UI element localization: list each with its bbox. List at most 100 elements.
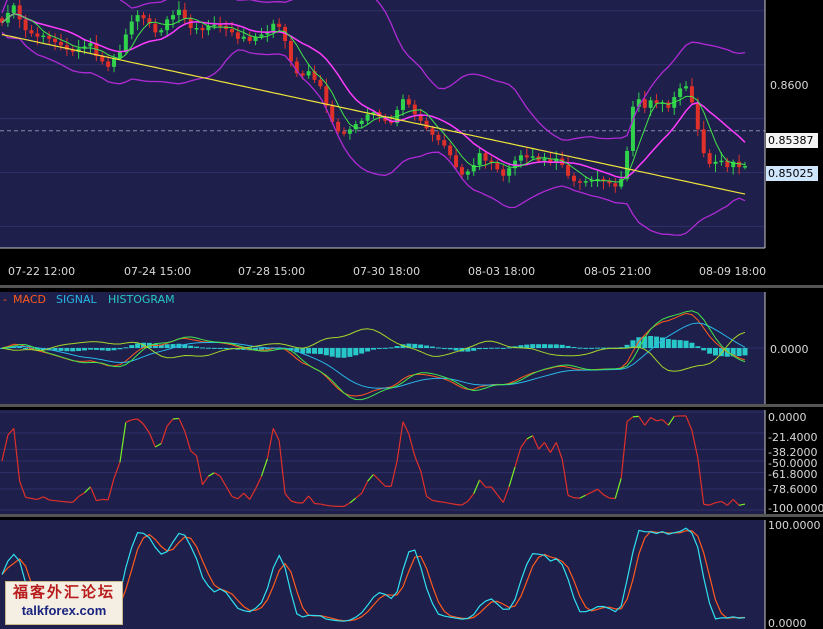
chart-canvas[interactable]: 0.8600 0.85387 0.85025 07-22 12:00 07-24… [0,0,823,629]
histogram-bar-75 [441,348,447,349]
histogram-bar-71 [418,344,424,348]
osc-segment-75 [438,500,445,503]
forum-watermark-logo: 福客外汇论坛 talkforex.com [5,581,123,625]
histogram-bar-65 [382,347,388,349]
candle-body-77 [454,155,459,168]
histogram-bar-114 [671,339,677,348]
histogram-bar-94 [553,344,559,348]
candle-body-34 [200,28,205,31]
histogram-bar-37 [217,348,223,349]
candle-body-69 [406,99,411,105]
candle-body-47 [277,23,282,27]
candle-body-18 [106,61,111,67]
candle-body-109 [642,99,647,108]
histogram-bar-77 [453,348,459,351]
histogram-bar-81 [477,348,483,350]
x-tick-3: 07-30 18:00 [353,265,420,278]
histogram-bar-28 [164,344,170,348]
osc-segment-11 [60,500,67,503]
candle-body-88 [518,155,523,161]
histogram-bar-99 [583,347,589,349]
histogram-bar-90 [530,344,536,348]
macd-legend-macd: MACD [13,293,46,306]
histogram-bar-95 [559,344,565,348]
candle-body-15 [88,43,93,47]
histogram-bar-96 [565,345,571,348]
candle-body-85 [501,169,506,176]
histogram-bar-12 [70,348,76,352]
osc-segment-30 [172,417,179,420]
candle-body-86 [507,168,512,176]
histogram-bar-60 [353,348,359,356]
histogram-bar-93 [547,344,553,348]
candle-body-110 [648,100,653,108]
logo-site-text: talkforex.com [21,603,107,618]
candle-body-89 [524,155,529,158]
osc-segment-56 [326,504,333,507]
osc-segment-54 [314,502,321,505]
candle-body-119 [701,129,706,154]
price-label-0.85387: 0.85387 [768,134,814,147]
histogram-bar-32 [188,345,194,348]
histogram-bar-62 [365,348,371,352]
candle-body-68 [400,99,405,110]
candle-body-24 [141,15,146,19]
candle-body-76 [448,145,453,156]
histogram-bar-70 [412,343,418,348]
price-label-0.85025: 0.85025 [768,167,814,180]
histogram-bar-22 [129,345,135,348]
histogram-bar-61 [359,348,365,354]
histogram-bar-23 [135,343,141,348]
histogram-bar-15 [87,348,93,350]
candle-body-19 [112,58,117,67]
histogram-bar-85 [500,347,506,349]
osc-segment-120 [703,503,710,506]
candle-body-33 [194,28,199,30]
candle-body-79 [465,171,470,175]
oscillator-panel[interactable] [0,410,765,514]
candle-body-8 [47,35,52,39]
histogram-bar-35 [205,347,211,349]
histogram-bar-56 [329,348,335,357]
histogram-bar-117 [689,342,695,348]
candle-body-42 [247,36,252,41]
candle-body-70 [412,104,417,115]
candle-body-36 [212,24,217,27]
histogram-bar-17 [99,348,105,351]
histogram-bar-57 [335,348,341,358]
macd-legend-dash: - [3,293,7,306]
candle-body-92 [542,158,547,161]
candle-body-41 [241,36,246,39]
candle-body-99 [583,181,588,183]
histogram-bar-89 [524,344,530,348]
candle-body-57 [336,121,341,132]
candle-body-40 [235,32,240,39]
candle-body-81 [477,153,482,165]
histogram-bar-63 [371,348,376,350]
histogram-bar-59 [347,348,353,357]
candle-body-61 [359,120,364,124]
histogram-bar-115 [677,340,683,348]
price-panel[interactable] [0,0,765,248]
candle-body-72 [424,120,429,129]
candle-body-23 [135,15,140,22]
osc-tick-6: -100.0000 [768,502,823,515]
histogram-bar-20 [117,348,123,350]
candle-body-117 [689,86,694,103]
osc-tick-0: 0.0000 [768,411,807,424]
candle-body-98 [577,181,582,183]
candle-body-59 [347,129,352,134]
histogram-bar-55 [323,348,329,356]
histogram-bar-52 [306,348,312,354]
histogram-bar-121 [713,348,719,356]
candle-body-5 [29,30,34,34]
candle-body-122 [719,160,724,163]
candle-body-55 [324,86,329,106]
osc-tick-4: -61.8000 [768,468,817,481]
histogram-bar-13 [76,348,82,351]
candle-body-29 [171,15,176,20]
x-tick-2: 07-28 15:00 [238,265,305,278]
osc-tick-5: -78.6000 [768,483,817,496]
histogram-bar-73 [429,346,435,348]
histogram-bar-53 [312,348,318,354]
